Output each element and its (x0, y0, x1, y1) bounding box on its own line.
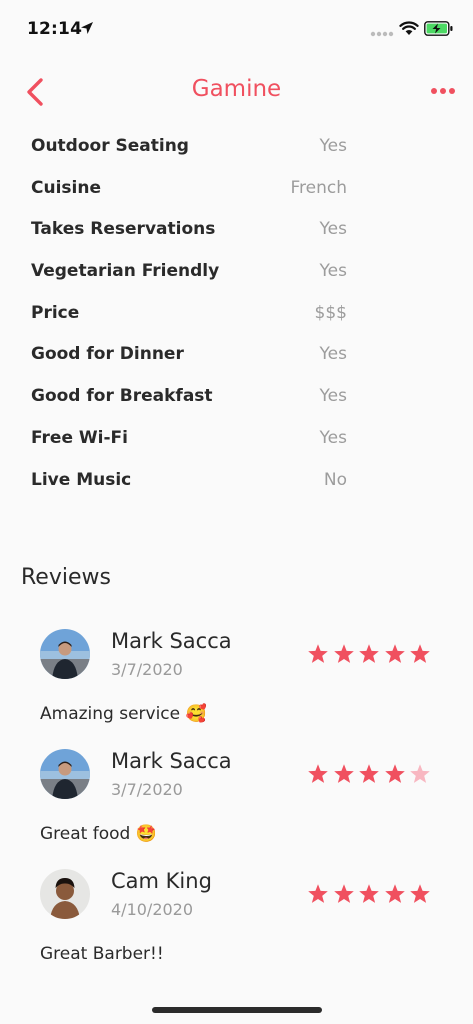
status-time: 12:14 (27, 19, 83, 39)
attribute-value: Yes (319, 386, 347, 407)
reviewer-name: Mark Sacca (111, 749, 232, 773)
nav-bar: Gamine (0, 60, 473, 120)
attribute-label: Takes Reservations (31, 219, 216, 240)
signal-dots-icon (370, 31, 394, 37)
attributes-list: Outdoor Seating Yes Cuisine French Takes… (31, 134, 347, 509)
attribute-value: Yes (319, 136, 347, 156)
attribute-value: Yes (319, 344, 347, 365)
attribute-row: Live Music No (31, 468, 347, 510)
star-filled-icon (308, 764, 328, 783)
attribute-label: Good for Breakfast (31, 386, 213, 407)
attribute-row: Good for Dinner Yes (31, 342, 347, 384)
attribute-value: $$$ (314, 302, 347, 323)
attribute-row: Free Wi-Fi Yes (31, 426, 347, 468)
star-filled-icon (384, 884, 405, 903)
star-filled-icon (359, 644, 379, 663)
location-arrow-icon (81, 22, 93, 34)
star-filled-icon (384, 764, 405, 783)
attribute-value: No (323, 469, 347, 490)
review-item: Cam King 4/10/2020 Great Barber!! (0, 869, 473, 989)
star-filled-icon (359, 764, 379, 783)
review-text: Amazing service 🥰 (40, 704, 207, 724)
star-filled-icon (359, 884, 379, 903)
star-filled-icon (333, 884, 354, 903)
attribute-label: Cuisine (31, 177, 101, 198)
attribute-row: Good for Breakfast Yes (31, 384, 347, 426)
avatar[interactable] (40, 629, 90, 679)
attribute-value: Yes (319, 261, 347, 282)
attribute-label: Free Wi-Fi (31, 427, 128, 448)
attribute-value: Yes (319, 219, 347, 240)
avatar[interactable] (40, 869, 90, 919)
avatar[interactable] (40, 749, 90, 799)
attribute-label: Price (31, 302, 80, 323)
review-item: Mark Sacca 3/7/2020 Amazing service 🥰 (0, 629, 473, 749)
star-filled-icon (333, 644, 354, 663)
review-text: Great food 🤩 (40, 824, 157, 844)
review-text: Great Barber!! (40, 944, 164, 964)
attribute-row: Price $$$ (31, 301, 347, 343)
battery-charging-icon (424, 21, 453, 36)
review-date: 4/10/2020 (111, 900, 194, 919)
attribute-row: Vegetarian Friendly Yes (31, 259, 347, 301)
ellipsis-icon[interactable] (428, 84, 458, 98)
star-empty-icon (410, 764, 430, 783)
reviews-heading: Reviews (21, 565, 111, 590)
review-date: 3/7/2020 (111, 780, 183, 799)
review-item: Mark Sacca 3/7/2020 Great food 🤩 (0, 749, 473, 869)
attribute-label: Good for Dinner (31, 344, 184, 365)
attribute-value: French (290, 177, 347, 198)
star-filled-icon (308, 644, 328, 663)
attribute-label: Outdoor Seating (31, 136, 189, 156)
home-indicator (152, 1007, 322, 1013)
star-filled-icon (410, 884, 430, 903)
wifi-icon (399, 21, 419, 35)
star-filled-icon (333, 764, 354, 783)
attribute-row: Cuisine French (31, 176, 347, 218)
attribute-label: Live Music (31, 469, 132, 490)
star-filled-icon (308, 884, 328, 903)
attribute-row: Takes Reservations Yes (31, 217, 347, 259)
star-filled-icon (410, 644, 430, 663)
attribute-label: Vegetarian Friendly (31, 261, 220, 282)
reviewer-name: Cam King (111, 869, 212, 893)
star-filled-icon (384, 644, 405, 663)
reviewer-name: Mark Sacca (111, 629, 232, 653)
page-title: Gamine (191, 76, 282, 102)
status-bar: 12:14 (0, 0, 473, 56)
review-date: 3/7/2020 (111, 660, 183, 679)
attribute-value: Yes (319, 427, 347, 448)
attribute-row: Outdoor Seating Yes (31, 134, 347, 176)
